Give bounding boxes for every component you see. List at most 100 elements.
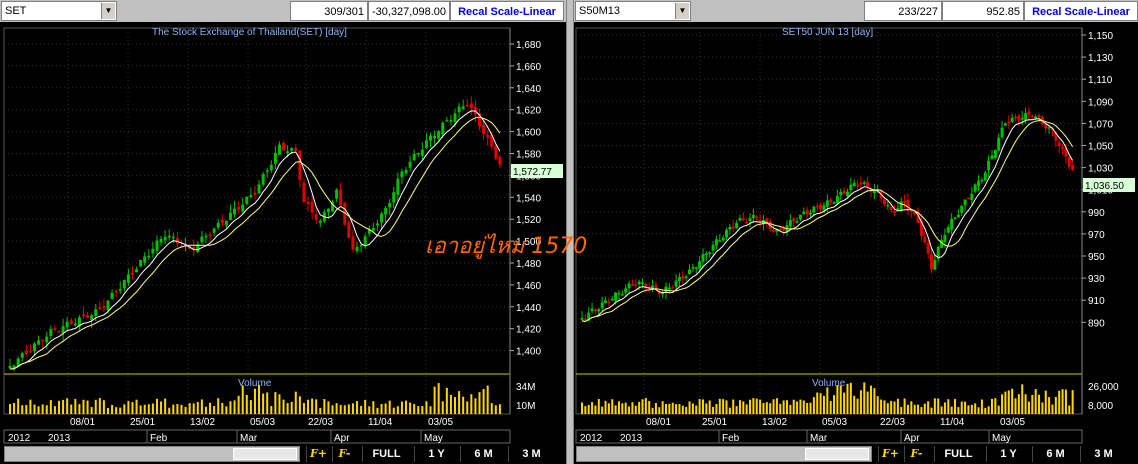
volume-bar: [665, 403, 668, 414]
left-f-plus-button[interactable]: F+: [306, 446, 330, 462]
volume-bar: [651, 407, 654, 414]
candle-body: [637, 281, 641, 285]
right-1y-button[interactable]: 1 Y: [986, 446, 1030, 462]
month-label: Apr: [904, 433, 920, 444]
right-full-button[interactable]: FULL: [934, 446, 982, 462]
left-scrollbar[interactable]: [4, 446, 300, 462]
left-counts: 309/301: [290, 1, 368, 21]
volume-bar: [671, 402, 674, 414]
candle-body: [946, 227, 950, 233]
volume-bar: [245, 395, 248, 414]
volume-bar: [994, 398, 997, 414]
right-f-minus-button[interactable]: F-: [904, 446, 928, 462]
candle-body: [714, 239, 718, 246]
left-3m-button[interactable]: 3 M: [508, 446, 554, 462]
candle-body: [684, 276, 688, 278]
candle-body: [882, 199, 886, 205]
volume-bar: [102, 400, 105, 414]
candle-body: [147, 255, 151, 258]
candle-body: [465, 104, 469, 107]
volume-bar: [1021, 384, 1024, 414]
volume-bar: [478, 392, 481, 414]
candle-body: [640, 282, 644, 284]
volume-bar: [984, 407, 987, 414]
volume-bar: [143, 404, 146, 414]
volume-bar: [229, 401, 232, 414]
volume-bar: [799, 399, 802, 414]
candle-body: [956, 214, 960, 218]
volume-bar: [607, 403, 610, 414]
volume-bar: [782, 400, 785, 414]
candle-body: [842, 190, 846, 194]
candle-body: [630, 284, 634, 286]
volume-bar: [41, 404, 44, 414]
right-price-chart[interactable]: 1,1501,1301,1101,0901,0701,0501,0301,010…: [574, 22, 1138, 444]
candle-body: [738, 218, 742, 221]
candle-body: [28, 351, 32, 353]
volume-bar: [880, 399, 883, 414]
right-symbol-select[interactable]: S50M13 ▼: [575, 1, 691, 21]
right-recal-button[interactable]: Recal Scale-Linear: [1024, 1, 1138, 21]
candle-body: [987, 160, 991, 171]
candle-body: [926, 242, 930, 254]
volume-bar: [62, 399, 65, 414]
candle-body: [98, 307, 102, 310]
candle-body: [688, 269, 692, 275]
volume-bar: [168, 407, 171, 414]
left-1y-button[interactable]: 1 Y: [414, 446, 458, 462]
candle-body: [970, 193, 974, 201]
volume-bar: [732, 399, 735, 414]
volume-bar: [217, 398, 220, 414]
volume-bar: [21, 405, 24, 414]
y-tick-label: 1,420: [516, 325, 541, 336]
volume-bar: [792, 399, 795, 414]
left-f-minus-button[interactable]: F-: [332, 446, 356, 462]
volume-bar: [698, 399, 701, 414]
volume-bar: [812, 397, 815, 414]
right-f-plus-button[interactable]: F+: [878, 446, 902, 462]
chevron-down-icon[interactable]: ▼: [675, 3, 689, 19]
candle-body: [380, 213, 384, 223]
volume-bar: [705, 403, 708, 414]
left-6m-button[interactable]: 6 M: [460, 446, 506, 462]
candle-body: [237, 206, 241, 210]
volume-bar: [974, 403, 977, 414]
volume-bar: [900, 407, 903, 414]
volume-bar: [470, 394, 473, 414]
candle-body: [731, 226, 735, 229]
volume-bar: [591, 402, 594, 414]
candle-body: [698, 261, 702, 269]
candle-body: [257, 184, 261, 194]
right-scrollbar[interactable]: [576, 446, 872, 462]
candle-body: [997, 137, 1001, 151]
chevron-down-icon[interactable]: ▼: [101, 3, 115, 19]
volume-bar: [1061, 389, 1064, 414]
candle-body: [498, 156, 502, 165]
left-full-button[interactable]: FULL: [362, 446, 410, 462]
candle-body: [86, 315, 90, 318]
right-6m-button[interactable]: 6 M: [1032, 446, 1078, 462]
candle-body: [862, 182, 866, 184]
left-recal-button[interactable]: Recal Scale-Linear: [450, 1, 564, 21]
candle-body: [122, 280, 126, 289]
left-symbol-select[interactable]: SET ▼: [1, 1, 117, 21]
volume-bar: [735, 406, 738, 414]
volume-bar: [1054, 396, 1057, 414]
candle-body: [363, 236, 367, 246]
volume-bar: [617, 401, 620, 414]
volume-bar: [25, 404, 28, 414]
left-scroll-thumb[interactable]: [233, 448, 297, 460]
volume-bar: [836, 385, 839, 414]
candle-body: [453, 113, 457, 122]
year-label: 2012: [580, 433, 603, 444]
candle-body: [977, 180, 981, 186]
volume-bar: [57, 400, 60, 414]
right-3m-button[interactable]: 3 M: [1080, 446, 1126, 462]
volume-bar: [903, 398, 906, 414]
date-tick-label: 25/01: [702, 417, 727, 428]
volume-bar: [90, 406, 93, 414]
volume-bar: [1048, 397, 1051, 414]
right-scroll-thumb[interactable]: [805, 448, 869, 460]
date-tick-label: 22/03: [308, 417, 333, 428]
date-tick-label: 05/03: [822, 417, 847, 428]
